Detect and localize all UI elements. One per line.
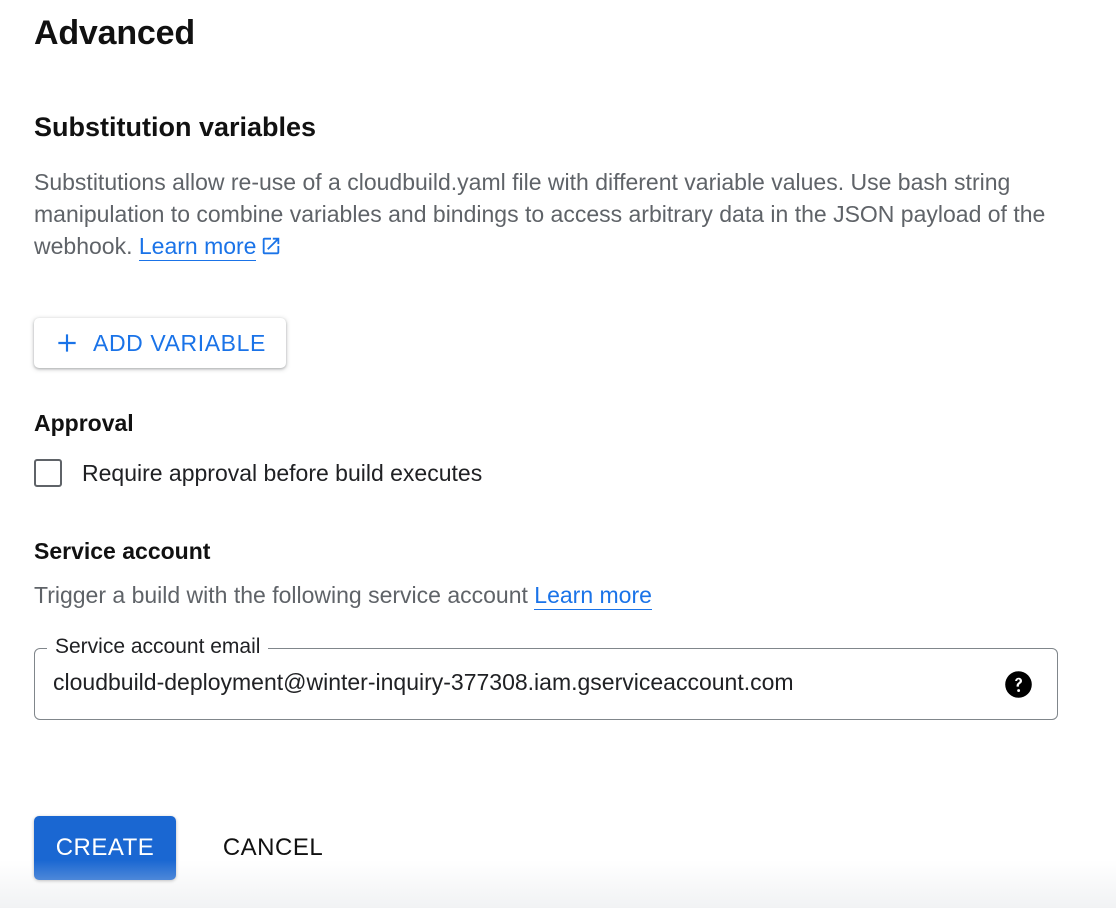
service-account-description-text: Trigger a build with the following servi… <box>34 582 528 608</box>
service-account-email-field[interactable]: Service account email <box>34 635 1058 720</box>
advanced-settings-panel: Advanced Substitution variables Substitu… <box>0 0 1116 908</box>
require-approval-checkbox[interactable] <box>34 459 62 487</box>
page-title: Advanced <box>34 14 195 52</box>
open-in-new-icon[interactable] <box>260 235 282 257</box>
service-account-email-label: Service account email <box>47 635 269 659</box>
add-variable-label: ADD VARIABLE <box>93 329 266 356</box>
add-variable-button[interactable]: ADD VARIABLE <box>34 318 286 368</box>
substitution-learn-more-link[interactable]: Learn more <box>138 233 257 261</box>
substitution-description: Substitutions allow re-use of a cloudbui… <box>34 166 1074 262</box>
require-approval-label[interactable]: Require approval before build executes <box>82 460 482 487</box>
help-circle-icon[interactable] <box>1004 670 1033 699</box>
plus-icon <box>58 334 76 352</box>
service-account-heading: Service account <box>34 538 211 564</box>
bottom-shadow-divider <box>0 860 1116 908</box>
service-account-description: Trigger a build with the following servi… <box>34 582 652 610</box>
service-account-learn-more-link[interactable]: Learn more <box>534 582 652 610</box>
service-account-email-input[interactable] <box>53 669 993 696</box>
substitution-variables-heading: Substitution variables <box>34 112 317 142</box>
approval-checkbox-row[interactable]: Require approval before build executes <box>34 459 482 487</box>
approval-heading: Approval <box>34 410 134 436</box>
